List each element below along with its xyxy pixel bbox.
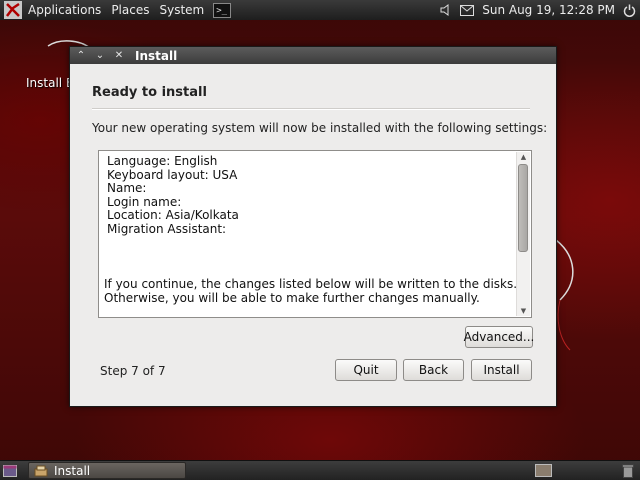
summary-line: Name: xyxy=(107,181,147,195)
back-button[interactable]: Back xyxy=(403,359,464,381)
volume-icon[interactable] xyxy=(440,4,452,16)
intro-text: Your new operating system will now be in… xyxy=(92,121,548,135)
page-title: Ready to install xyxy=(92,85,207,100)
taskbar-install-label: Install xyxy=(54,463,91,478)
install-button[interactable]: Install xyxy=(471,359,532,381)
window-titlebar[interactable]: ⌃ ⌄ ✕ Install xyxy=(70,47,556,64)
summary-line: Language: English xyxy=(107,154,218,168)
close-icon[interactable]: ✕ xyxy=(111,49,127,63)
vertical-scrollbar[interactable]: ▲ ▼ xyxy=(516,152,530,316)
installer-icon xyxy=(34,465,48,477)
installer-window: ⌃ ⌄ ✕ Install Ready to install Your new … xyxy=(69,46,557,407)
power-icon[interactable] xyxy=(623,4,636,17)
scroll-up-icon[interactable]: ▲ xyxy=(518,152,529,162)
summary-textview[interactable]: Language: English Keyboard layout: USA N… xyxy=(98,150,532,318)
menu-system[interactable]: System xyxy=(154,3,209,17)
scroll-down-icon[interactable]: ▼ xyxy=(518,306,529,316)
quit-button[interactable]: Quit xyxy=(335,359,397,381)
bottom-panel: Install xyxy=(0,460,640,480)
terminal-icon[interactable]: >_ xyxy=(213,2,232,18)
summary-note: If you continue, the changes listed belo… xyxy=(104,277,517,305)
scrollbar-thumb[interactable] xyxy=(518,164,528,252)
system-tray: Sun Aug 19, 12:28 PM xyxy=(440,0,636,20)
window-title: Install xyxy=(135,48,178,63)
chevron-down-icon[interactable]: ⌄ xyxy=(92,49,108,63)
summary-line: Migration Assistant: xyxy=(107,221,227,236)
note-line: If you continue, the changes listed belo… xyxy=(104,277,518,291)
desktop-icon-install-label[interactable]: Install E xyxy=(26,76,74,90)
note-line: Otherwise, you will be able to make furt… xyxy=(104,291,480,305)
divider xyxy=(92,108,530,110)
mail-icon[interactable] xyxy=(460,4,475,16)
clock[interactable]: Sun Aug 19, 12:28 PM xyxy=(482,3,615,17)
menu-places[interactable]: Places xyxy=(106,3,154,17)
menu-applications[interactable]: Applications xyxy=(23,3,106,17)
dragon-logo-icon[interactable] xyxy=(3,0,23,20)
advanced-button[interactable]: Advanced... xyxy=(464,326,534,348)
step-indicator: Step 7 of 7 xyxy=(100,364,166,378)
top-panel: Applications Places System >_ Sun Aug 19… xyxy=(0,0,640,20)
show-desktop-icon[interactable] xyxy=(3,464,17,477)
trash-icon[interactable] xyxy=(621,463,635,478)
summary-line: Keyboard layout: USA xyxy=(107,167,238,182)
workspace-switcher[interactable] xyxy=(535,464,552,477)
chevron-up-icon[interactable]: ⌃ xyxy=(73,49,89,63)
summary-line: Login name: xyxy=(107,194,182,209)
summary-settings: Language: English Keyboard layout: USA N… xyxy=(107,154,239,236)
taskbar-install-button[interactable]: Install xyxy=(28,462,186,479)
summary-line: Location: Asia/Kolkata xyxy=(107,208,239,222)
